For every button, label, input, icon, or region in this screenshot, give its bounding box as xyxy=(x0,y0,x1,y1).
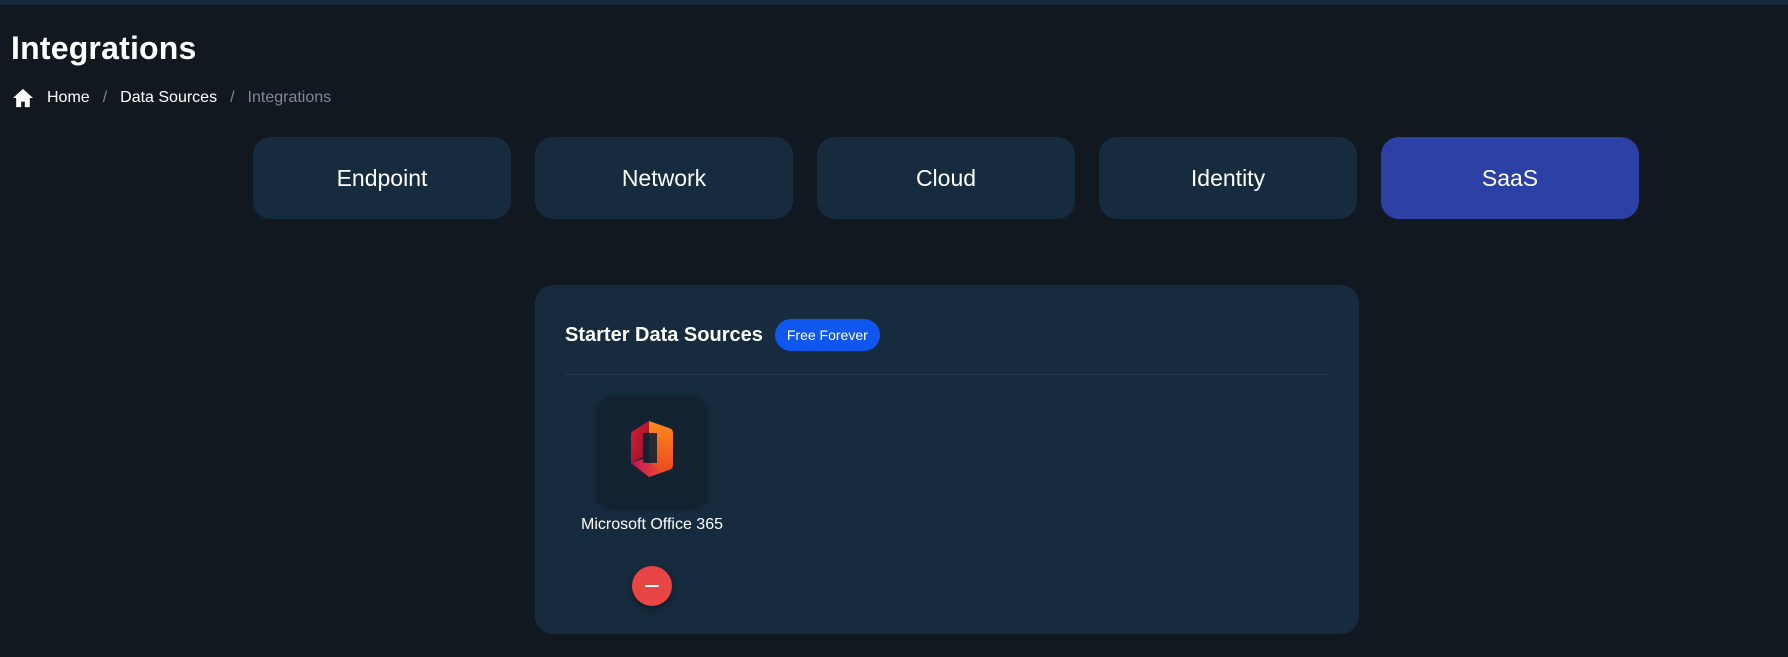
section-title: Starter Data Sources xyxy=(565,323,763,346)
breadcrumb-home[interactable]: Home xyxy=(47,89,90,107)
breadcrumb-current: Integrations xyxy=(247,89,332,106)
tab-cloud[interactable]: Cloud xyxy=(817,137,1075,219)
breadcrumb-separator: / xyxy=(102,89,108,106)
breadcrumb-data-sources[interactable]: Data Sources xyxy=(120,89,217,107)
integration-label: Microsoft Office 365 xyxy=(581,516,723,533)
home-icon[interactable] xyxy=(12,88,34,108)
microsoft-office-365-logo-icon xyxy=(625,419,679,484)
minus-icon xyxy=(645,585,659,587)
starter-data-sources-card: Starter Data Sources Free Forever Micros… xyxy=(535,285,1359,634)
integration-tile-office365[interactable] xyxy=(597,396,707,506)
page-title: Integrations xyxy=(11,30,197,66)
divider xyxy=(565,374,1329,375)
tab-saas[interactable]: SaaS xyxy=(1381,137,1639,219)
free-forever-badge: Free Forever xyxy=(774,319,880,351)
card-header: Starter Data Sources Free Forever xyxy=(565,319,880,351)
category-tabs: Endpoint Network Cloud Identity SaaS xyxy=(253,137,1639,219)
tab-identity[interactable]: Identity xyxy=(1099,137,1357,219)
breadcrumb-separator: / xyxy=(230,89,235,106)
breadcrumb: Home / Data Sources / Integrations xyxy=(12,88,331,108)
tab-endpoint[interactable]: Endpoint xyxy=(253,137,511,219)
remove-integration-button[interactable] xyxy=(632,566,672,606)
tab-network[interactable]: Network xyxy=(535,137,793,219)
top-bar xyxy=(0,0,1788,5)
